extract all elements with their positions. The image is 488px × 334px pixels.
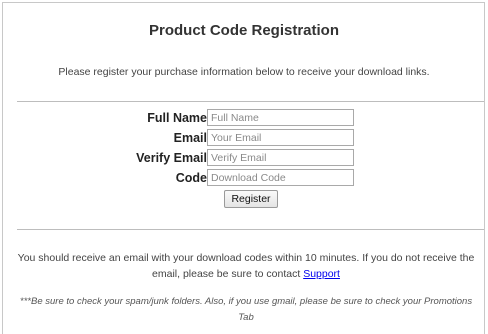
email-notice: You should receive an email with your do… <box>12 250 480 282</box>
page-title: Product Code Registration <box>148 22 339 39</box>
full-name-label: Full Name <box>147 111 207 125</box>
support-link[interactable]: Support <box>303 268 340 280</box>
page-frame <box>2 2 485 334</box>
email-field[interactable] <box>207 129 354 146</box>
register-button[interactable]: Register <box>224 190 278 208</box>
full-name-field[interactable] <box>207 109 354 126</box>
code-field[interactable] <box>207 169 354 186</box>
email-notice-text: You should receive an email with your do… <box>17 252 475 280</box>
intro-text: Please register your purchase informatio… <box>58 66 430 78</box>
verify-email-field[interactable] <box>207 149 354 166</box>
code-row: Code <box>0 169 488 187</box>
code-label: Code <box>175 171 207 185</box>
full-name-row: Full Name <box>0 109 488 127</box>
divider-bottom <box>17 229 484 230</box>
email-row: Email <box>0 129 488 147</box>
spam-note: ***Be sure to check your spam/junk folde… <box>19 296 473 323</box>
verify-email-row: Verify Email <box>0 149 488 167</box>
email-label: Email <box>173 131 207 145</box>
verify-email-label: Verify Email <box>136 151 207 165</box>
divider-top <box>17 101 484 102</box>
